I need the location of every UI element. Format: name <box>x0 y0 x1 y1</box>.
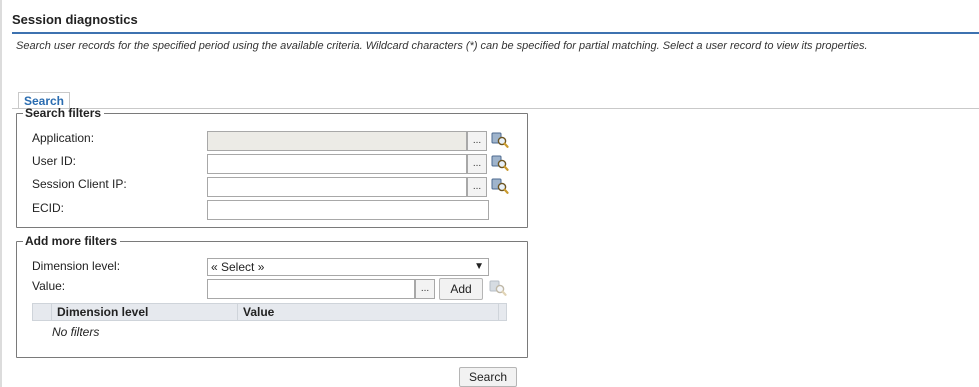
left-edge-border <box>0 0 2 387</box>
title-divider <box>12 32 979 34</box>
dropdown-arrow-icon: ▼ <box>474 261 484 272</box>
session-client-ip-field[interactable] <box>207 177 467 197</box>
application-label: Application: <box>32 131 95 145</box>
ecid-field[interactable] <box>207 200 489 220</box>
column-header-dimension-level[interactable]: Dimension level <box>57 304 148 321</box>
application-browse-button[interactable]: ... <box>467 131 487 151</box>
value-browse-button[interactable]: ... <box>415 279 435 299</box>
page-title: Session diagnostics <box>12 12 138 27</box>
application-field[interactable] <box>207 131 467 151</box>
page-description: Search user records for the specified pe… <box>16 40 868 52</box>
user-id-label: User ID: <box>32 154 77 168</box>
grid-end-divider <box>498 304 499 321</box>
session-client-ip-lookup-icon[interactable] <box>491 177 509 195</box>
session-client-ip-label: Session Client IP: <box>32 177 127 191</box>
user-id-browse-button[interactable]: ... <box>467 154 487 174</box>
user-id-lookup-icon[interactable] <box>491 154 509 172</box>
value-label: Value: <box>32 279 66 293</box>
ecid-label: ECID: <box>32 201 65 215</box>
search-filters-legend: Search filters <box>25 106 102 120</box>
session-client-ip-browse-button[interactable]: ... <box>467 177 487 197</box>
search-button[interactable]: Search <box>459 367 517 387</box>
user-id-field[interactable] <box>207 154 467 174</box>
dimension-level-selected: « Select » <box>211 260 265 274</box>
value-lookup-icon[interactable] <box>489 279 507 297</box>
grid-selector-divider <box>51 304 52 321</box>
dimension-level-select[interactable]: « Select » ▼ <box>207 258 489 276</box>
column-header-value[interactable]: Value <box>243 304 274 321</box>
value-field[interactable] <box>207 279 415 299</box>
grid-column-divider <box>237 304 238 321</box>
no-filters-text: No filters <box>52 325 100 339</box>
filters-grid-header: Dimension level Value <box>32 303 507 321</box>
add-filter-button[interactable]: Add <box>439 278 483 300</box>
add-more-filters-legend: Add more filters <box>25 234 118 248</box>
dimension-level-label: Dimension level: <box>32 259 121 273</box>
application-lookup-icon[interactable] <box>491 131 509 149</box>
